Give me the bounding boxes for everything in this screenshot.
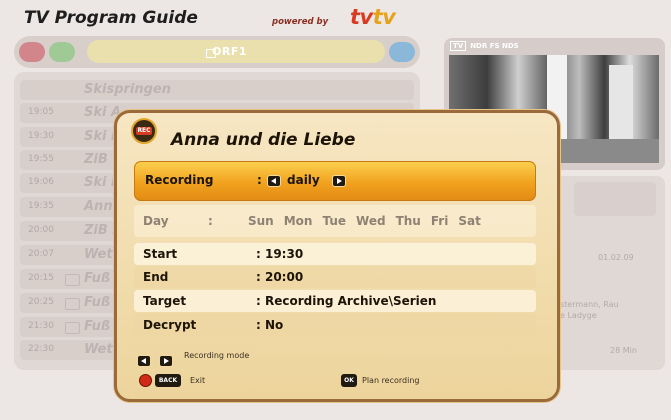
program-time: 22:30 xyxy=(28,344,54,354)
program-time: 20:25 xyxy=(28,297,54,307)
start-value: : 19:30 xyxy=(256,247,304,261)
green-key-button[interactable] xyxy=(49,42,75,62)
program-time: 21:30 xyxy=(28,321,54,331)
program-type-icon xyxy=(65,298,80,310)
day-option[interactable]: Thu xyxy=(396,214,421,228)
day-options: Sun Mon Tue Wed Thu Fri Sat xyxy=(248,214,491,228)
logo-part-2: tv xyxy=(372,5,396,29)
day-option[interactable]: Sat xyxy=(458,214,480,228)
program-time: 19:30 xyxy=(28,131,54,141)
ok-hint-text: Plan recording xyxy=(362,376,420,385)
day-label: Day xyxy=(143,214,169,228)
program-row[interactable]: Skispringen xyxy=(20,80,414,100)
end-row[interactable] xyxy=(134,266,536,288)
decrypt-label: Decrypt xyxy=(143,318,197,332)
program-time: 19:55 xyxy=(28,154,54,164)
day-option[interactable]: Fri xyxy=(431,214,448,228)
logo-part-1: tv xyxy=(350,5,373,29)
day-colon: : xyxy=(208,214,213,228)
recording-colon: : xyxy=(257,173,262,187)
info-ghost-box xyxy=(574,182,656,216)
ok-key-button[interactable]: OK xyxy=(341,374,357,387)
program-title: Fuß xyxy=(84,319,111,334)
red-exit-key-icon[interactable] xyxy=(139,374,152,387)
program-title: Wet xyxy=(84,247,113,262)
hint-right-arrow-icon xyxy=(159,354,174,367)
program-title: ZiB xyxy=(84,152,108,167)
back-key-button[interactable]: BACK xyxy=(155,374,181,387)
program-time: 19:06 xyxy=(28,177,54,187)
day-option[interactable]: Wed xyxy=(356,214,386,228)
end-label: End xyxy=(143,270,169,284)
program-title: Skispringen xyxy=(84,82,172,97)
tv-icon: TV xyxy=(450,41,467,51)
preview-channel-label: TV NDR FS NDS xyxy=(450,41,519,51)
powered-by-label: powered by xyxy=(272,17,329,27)
info-text: stermann, Rau e Ladyge xyxy=(560,300,619,320)
program-time: 19:35 xyxy=(28,201,54,211)
program-time: 19:05 xyxy=(28,107,54,117)
program-time: 20:00 xyxy=(28,225,54,235)
arrow-left-icon[interactable] xyxy=(267,175,281,187)
start-label: Start xyxy=(143,247,178,261)
channel-name: ORF1 xyxy=(212,45,247,58)
program-time: 20:07 xyxy=(28,249,54,259)
red-key-button[interactable] xyxy=(19,42,45,62)
day-option[interactable]: Mon xyxy=(284,214,313,228)
decrypt-value: : No xyxy=(256,318,284,332)
tvtv-logo: tvtv xyxy=(350,5,396,29)
program-title: Fuß xyxy=(84,271,111,286)
info-date: 01.02.09 xyxy=(598,253,634,262)
recording-label: Recording xyxy=(145,173,214,187)
hint-left-arrow-icon xyxy=(137,354,151,367)
program-title: Wet xyxy=(84,342,113,357)
rec-icon: REC xyxy=(131,118,157,144)
day-option[interactable]: Tue xyxy=(322,214,346,228)
end-value: : 20:00 xyxy=(256,270,304,284)
exit-hint-text: Exit xyxy=(190,376,206,385)
recording-value: daily xyxy=(287,173,320,187)
dialog-title: Anna und die Liebe xyxy=(171,130,356,150)
program-title: Ann xyxy=(84,199,113,214)
blue-key-button[interactable] xyxy=(389,42,415,62)
day-option[interactable]: Sun xyxy=(248,214,274,228)
info-duration: 28 Min xyxy=(610,346,637,355)
tv-guide-screen: TV Program Guide powered by tvtv ORF1 Sk… xyxy=(0,0,671,420)
app-title: TV Program Guide xyxy=(24,8,198,28)
target-value: : Recording Archive\Serien xyxy=(256,294,437,308)
target-label: Target xyxy=(143,294,187,308)
program-time: 20:15 xyxy=(28,273,54,283)
arrow-right-icon[interactable] xyxy=(332,175,346,187)
program-type-icon xyxy=(65,274,80,286)
program-type-icon xyxy=(65,322,80,334)
program-title: Fuß xyxy=(84,295,111,310)
nav-hint-text: Recording mode xyxy=(184,351,250,360)
nav-keys-hint xyxy=(137,350,174,369)
start-row[interactable] xyxy=(134,243,536,265)
